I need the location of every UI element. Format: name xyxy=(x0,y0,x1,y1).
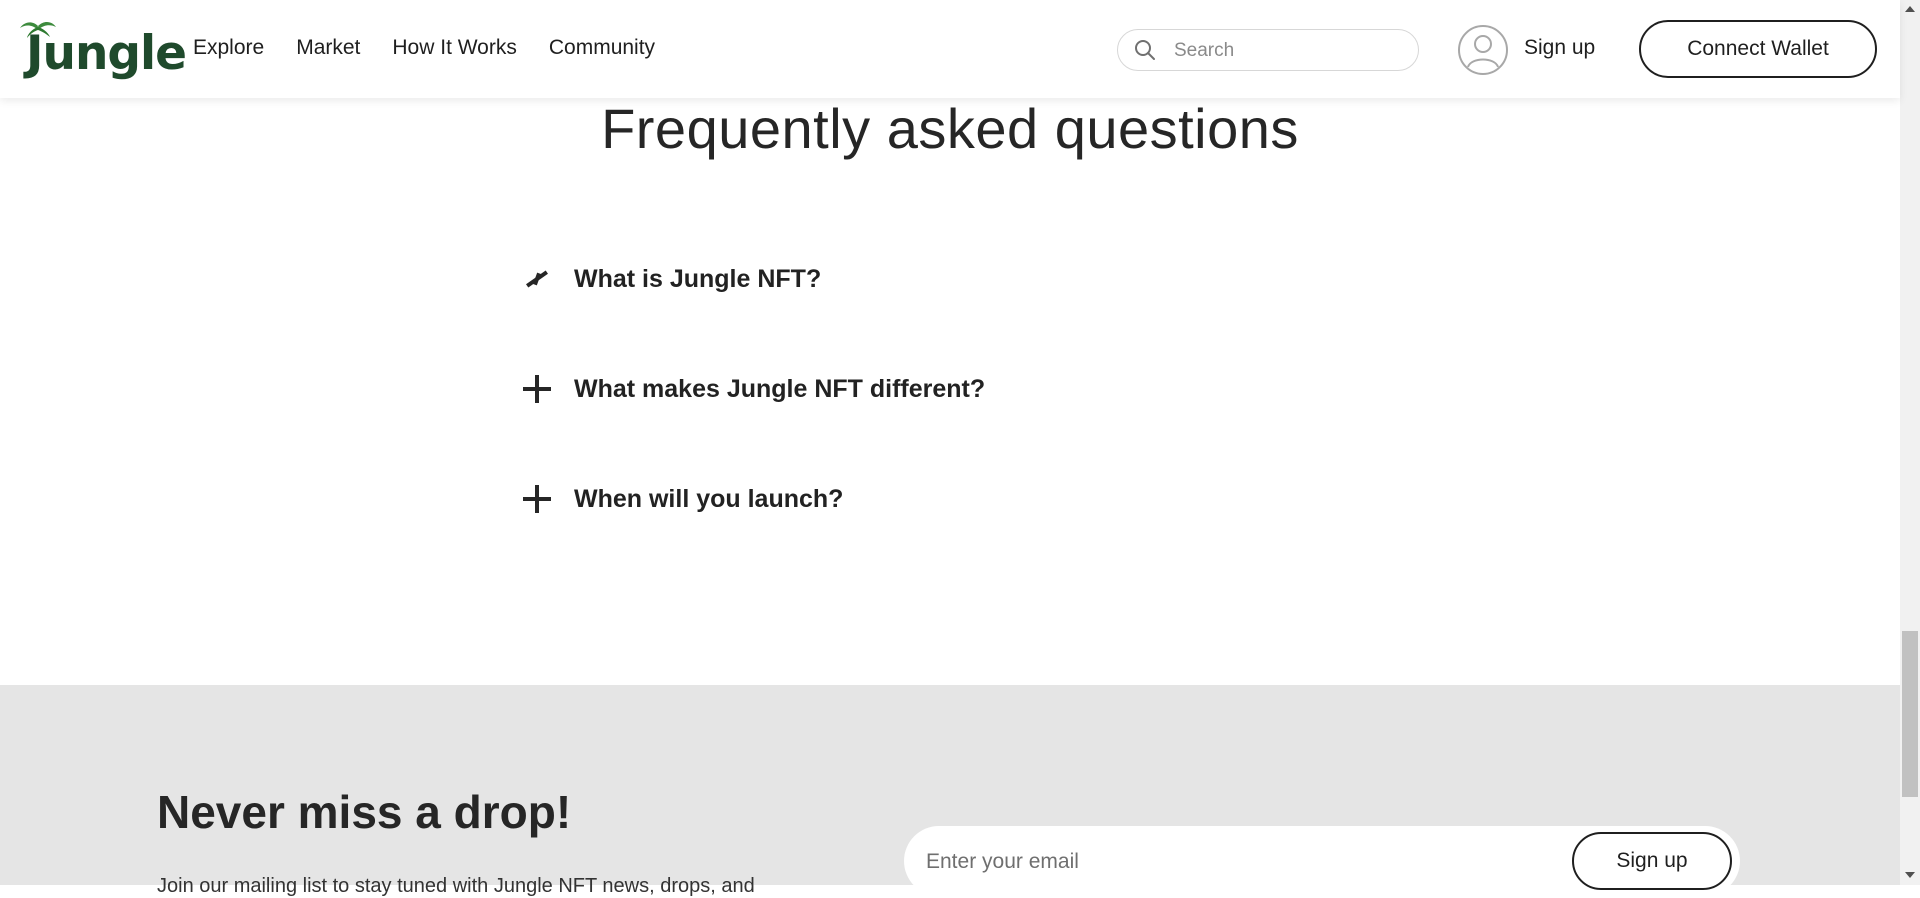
search-box xyxy=(1117,29,1419,71)
faq-item-what-is[interactable]: What is Jungle NFT? xyxy=(520,257,821,301)
main-nav: Explore Market How It Works Community xyxy=(193,36,655,60)
faq-question: When will you launch? xyxy=(574,484,844,513)
email-signup-form: Sign up xyxy=(904,826,1740,896)
search-input[interactable] xyxy=(1172,36,1406,66)
newsletter-text: Join our mailing list to stay tuned with… xyxy=(157,875,755,897)
connect-wallet-button[interactable]: Connect Wallet xyxy=(1639,20,1877,78)
email-input[interactable] xyxy=(924,846,1528,878)
scroll-up-arrow-icon[interactable] xyxy=(1905,6,1915,12)
faq-item-different[interactable]: What makes Jungle NFT different? xyxy=(520,367,985,411)
search-icon xyxy=(1135,40,1155,60)
nav-explore[interactable]: Explore xyxy=(193,36,264,60)
nav-how-it-works[interactable]: How It Works xyxy=(392,36,516,60)
header-signup-link[interactable]: Sign up xyxy=(1524,36,1595,60)
faq-title: Frequently asked questions xyxy=(601,97,1299,160)
faq-question: What is Jungle NFT? xyxy=(574,264,822,293)
site-header: Jungle Explore Market How It Works Commu… xyxy=(0,0,1900,98)
nav-market[interactable]: Market xyxy=(296,36,360,60)
faq-item-launch[interactable]: When will you launch? xyxy=(520,477,843,521)
newsletter-section: Never miss a drop! Join our mailing list… xyxy=(0,685,1900,897)
plus-icon xyxy=(520,372,554,406)
newsletter-signup-button[interactable]: Sign up xyxy=(1572,832,1732,890)
user-avatar-icon[interactable] xyxy=(1457,24,1509,76)
newsletter-heading: Never miss a drop! xyxy=(157,786,572,838)
logo-text: Jungle xyxy=(26,26,187,81)
page-scrollbar[interactable] xyxy=(1900,0,1920,885)
faq-question: What makes Jungle NFT different? xyxy=(574,374,986,403)
spinning-plus-icon xyxy=(520,262,554,296)
scrollbar-thumb[interactable] xyxy=(1902,631,1918,797)
scroll-down-arrow-icon[interactable] xyxy=(1905,872,1915,878)
plus-icon xyxy=(520,482,554,516)
nav-community[interactable]: Community xyxy=(549,36,655,60)
